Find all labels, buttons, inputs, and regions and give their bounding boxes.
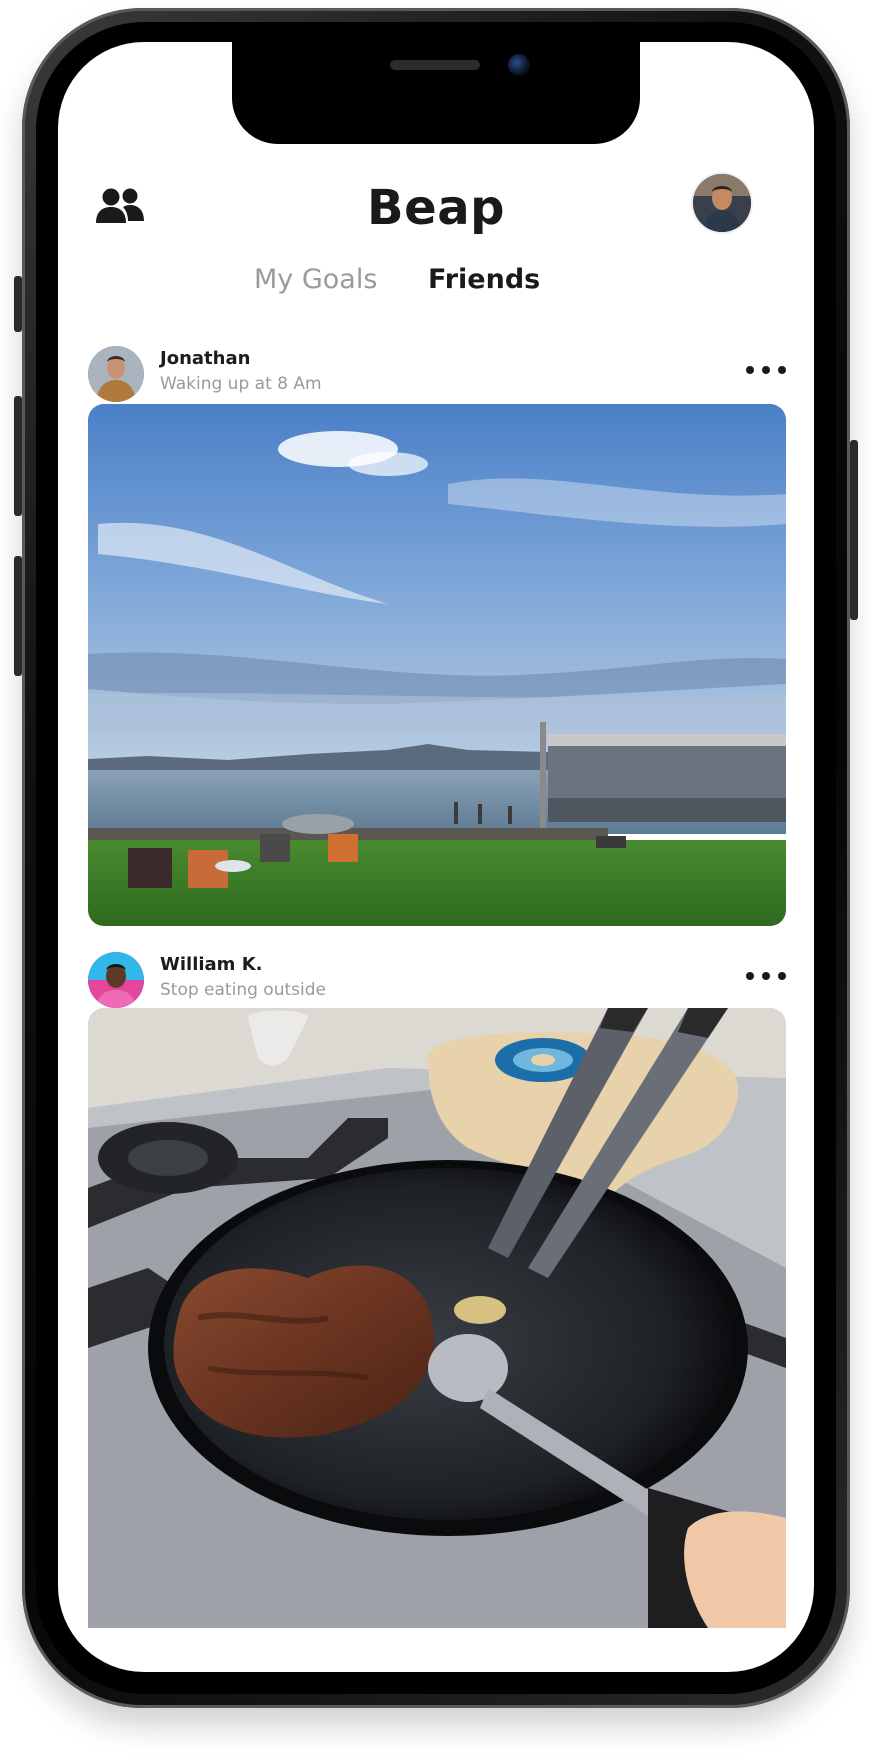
post-header: Jonathan Waking up at 8 Am: [88, 346, 788, 406]
silent-switch: [14, 276, 22, 332]
profile-avatar-image: [693, 174, 751, 232]
steak-pan-photo: [88, 1008, 786, 1628]
more-horizontal-icon[interactable]: [744, 362, 788, 378]
volume-up-button: [14, 396, 22, 516]
notch: [232, 42, 640, 144]
speaker-grille: [390, 60, 480, 70]
post-goal-text: Stop eating outside: [160, 980, 326, 1000]
front-camera: [508, 54, 530, 76]
page-stage: Beap My Goals Friends Jonathan Waking up…: [0, 0, 872, 1760]
post-goal-text: Waking up at 8 Am: [160, 374, 322, 394]
author-avatar[interactable]: [88, 952, 144, 1008]
app-header: Beap: [58, 172, 814, 242]
post-photo-lakeside[interactable]: [88, 404, 786, 926]
volume-down-button: [14, 556, 22, 676]
feed-tabs: My Goals Friends: [58, 264, 814, 314]
lakeside-photo: [88, 404, 786, 926]
power-button: [850, 440, 858, 620]
post-header: William K. Stop eating outside: [88, 952, 788, 1012]
more-horizontal-icon[interactable]: [744, 968, 788, 984]
author-avatar-image: [88, 952, 144, 1008]
author-avatar-image: [88, 346, 144, 402]
tab-my-goals[interactable]: My Goals: [254, 264, 377, 295]
tab-friends[interactable]: Friends: [428, 264, 540, 295]
post-author-name[interactable]: William K.: [160, 954, 263, 975]
post-photo-steak[interactable]: [88, 1008, 786, 1628]
post-author-name[interactable]: Jonathan: [160, 348, 250, 369]
author-avatar[interactable]: [88, 346, 144, 402]
app-screen: Beap My Goals Friends Jonathan Waking up…: [58, 42, 814, 1672]
profile-avatar[interactable]: [693, 174, 751, 232]
